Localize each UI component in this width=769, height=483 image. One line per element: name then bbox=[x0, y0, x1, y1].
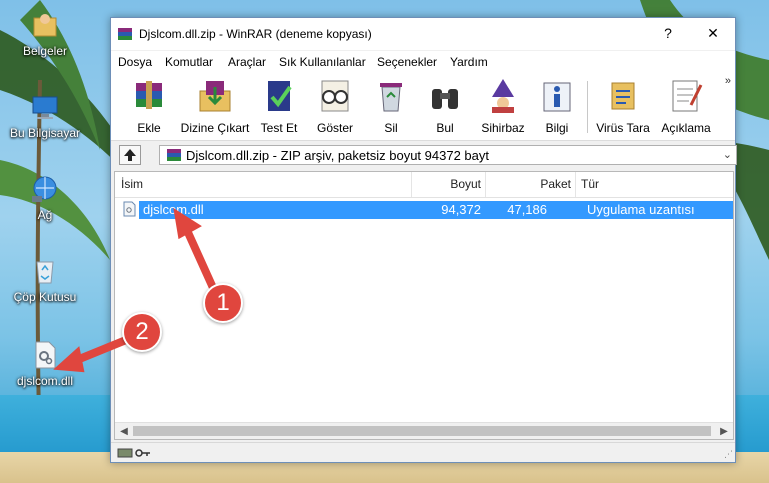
view-button[interactable]: Göster bbox=[311, 77, 359, 137]
wizard-button[interactable]: Sihirbaz bbox=[477, 77, 529, 137]
menu-options[interactable]: Seçenekler bbox=[377, 55, 437, 69]
title-bar[interactable]: Djslcom.dll.zip - WinRAR (deneme kopyası… bbox=[111, 18, 735, 50]
chevron-down-icon[interactable]: ⌄ bbox=[723, 148, 732, 161]
find-button[interactable]: Bul bbox=[423, 77, 467, 137]
desktop-icon-label: Çöp Kutusu bbox=[13, 290, 77, 304]
extract-to-button[interactable]: Dizine Çıkart bbox=[179, 77, 251, 137]
comment-notepad-icon bbox=[672, 80, 703, 112]
window-title: Djslcom.dll.zip - WinRAR (deneme kopyası… bbox=[139, 27, 372, 41]
test-archive-icon bbox=[268, 81, 292, 111]
up-folder-button[interactable] bbox=[119, 145, 141, 165]
scroll-right-icon[interactable]: ▶ bbox=[716, 424, 732, 439]
address-text: Djslcom.dll.zip - ZIP arşiv, paketsiz bo… bbox=[186, 148, 489, 163]
tool-label: Bul bbox=[436, 121, 454, 135]
recycle-bin-icon bbox=[36, 261, 54, 284]
winrar-app-icon bbox=[118, 28, 132, 40]
horizontal-scrollbar[interactable]: ◀ ▶ bbox=[115, 422, 733, 439]
tool-label: Bilgi bbox=[545, 121, 569, 135]
extract-folder-icon bbox=[199, 81, 231, 112]
tool-label: Göster bbox=[316, 121, 353, 135]
address-bar: Djslcom.dll.zip - ZIP arşiv, paketsiz bo… bbox=[111, 142, 737, 168]
cell-packed: 47,186 bbox=[507, 202, 547, 217]
callout-1: 1 bbox=[203, 283, 243, 323]
user-folder-icon bbox=[33, 14, 57, 37]
column-header: ⌃ İsim Boyut Paket Tür bbox=[115, 172, 733, 198]
delete-button[interactable]: Sil bbox=[369, 77, 413, 137]
desktop-icon-documents[interactable]: Belgeler bbox=[2, 10, 88, 58]
tool-label: Test Et bbox=[260, 121, 298, 135]
menu-tools[interactable]: Araçlar bbox=[228, 55, 266, 69]
add-button[interactable]: Ekle bbox=[123, 77, 175, 137]
tool-label: Ekle bbox=[137, 121, 161, 135]
status-bar: ⋰ bbox=[111, 442, 735, 462]
desktop-icon-label: djslcom.dll bbox=[16, 374, 73, 388]
comment-button[interactable]: Açıklama bbox=[659, 77, 713, 137]
tool-label: Sihirbaz bbox=[481, 121, 525, 135]
add-archive-icon bbox=[136, 81, 162, 109]
scrollbar-thumb[interactable] bbox=[133, 426, 711, 436]
toolbar-separator bbox=[587, 81, 588, 133]
wizard-icon bbox=[492, 79, 514, 113]
callout-2: 2 bbox=[122, 312, 162, 352]
info-button[interactable]: Bilgi bbox=[535, 77, 579, 137]
cell-name: djslcom.dll bbox=[143, 202, 204, 217]
menu-favorites[interactable]: Sık Kullanılanlar bbox=[279, 55, 366, 69]
tool-label: Sil bbox=[384, 121, 398, 135]
menu-file[interactable]: Dosya bbox=[118, 55, 152, 69]
menu-help[interactable]: Yardım bbox=[450, 55, 488, 69]
cell-size: 94,372 bbox=[441, 202, 481, 217]
virus-scan-button[interactable]: Virüs Tara bbox=[593, 77, 653, 137]
help-button[interactable]: ? bbox=[653, 22, 683, 44]
computer-icon bbox=[32, 96, 58, 119]
find-binoculars-icon bbox=[432, 89, 458, 109]
desktop-icon-this-pc[interactable]: Bu Bilgisayar bbox=[2, 92, 88, 140]
resize-grip-icon[interactable]: ⋰ bbox=[724, 449, 733, 460]
close-button[interactable]: ✕ bbox=[698, 22, 728, 44]
toolbar-overflow-button[interactable]: » bbox=[725, 75, 731, 87]
table-row[interactable]: djslcom.dll 94,372 47,186 Uygulama uzant… bbox=[121, 201, 733, 219]
scroll-left-icon[interactable]: ◀ bbox=[116, 424, 132, 439]
address-field[interactable]: Djslcom.dll.zip - ZIP arşiv, paketsiz bo… bbox=[159, 145, 737, 165]
desktop-icon-recycle-bin[interactable]: Çöp Kutusu bbox=[2, 256, 88, 304]
delete-recycle-icon bbox=[380, 83, 402, 112]
menu-commands[interactable]: Komutlar bbox=[165, 55, 213, 69]
tool-label: Açıklama bbox=[661, 121, 711, 135]
up-arrow-icon bbox=[124, 149, 136, 161]
dll-file-icon bbox=[35, 341, 56, 369]
dll-file-icon bbox=[123, 201, 136, 217]
desktop-icon-network[interactable]: Ağ bbox=[2, 174, 88, 222]
tool-label: Dizine Çıkart bbox=[180, 121, 250, 135]
drive-key-icon bbox=[117, 448, 150, 458]
info-icon bbox=[543, 82, 571, 112]
winrar-window: Djslcom.dll.zip - WinRAR (deneme kopyası… bbox=[110, 17, 737, 463]
desktop-icon-label: Belgeler bbox=[22, 44, 68, 58]
menu-bar: Dosya Komutlar Araçlar Sık Kullanılanlar… bbox=[111, 51, 735, 73]
test-button[interactable]: Test Et bbox=[257, 77, 301, 137]
toolbar: Ekle Dizine Çıkart Test Et Göster Sil Bu… bbox=[111, 73, 735, 141]
column-packed[interactable]: Paket bbox=[486, 172, 576, 197]
network-globe-icon bbox=[32, 176, 57, 202]
desktop-icon-dll-file[interactable]: djslcom.dll bbox=[2, 340, 88, 388]
virus-scan-icon bbox=[611, 82, 635, 110]
desktop-icon-label: Ağ bbox=[37, 208, 53, 222]
column-size[interactable]: Boyut bbox=[412, 172, 486, 197]
view-glasses-icon bbox=[321, 80, 349, 112]
cell-type: Uygulama uzantısı bbox=[587, 202, 695, 217]
column-name[interactable]: İsim bbox=[115, 172, 412, 197]
archive-icon bbox=[167, 149, 181, 161]
tool-label: Virüs Tara bbox=[596, 121, 650, 135]
desktop-icon-label: Bu Bilgisayar bbox=[9, 126, 81, 140]
column-type[interactable]: Tür bbox=[576, 172, 733, 197]
